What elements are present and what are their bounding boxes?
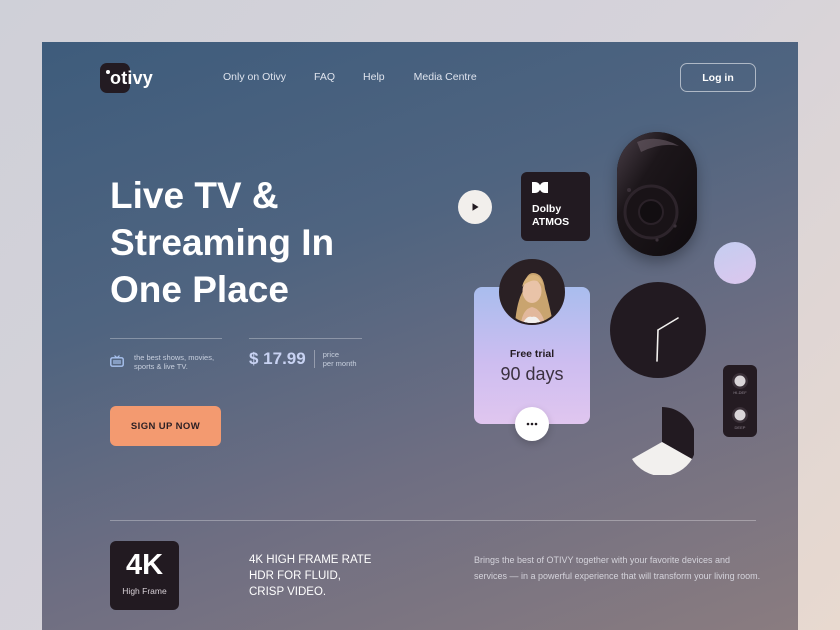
- 4k-badge-subtitle: High Frame: [122, 586, 167, 596]
- decorative-circle: [714, 242, 756, 284]
- feature-highlight: the best shows, movies, sports & live TV…: [110, 353, 229, 371]
- price-separator: [313, 350, 315, 368]
- dolby-line: Dolby: [532, 203, 562, 215]
- nav-only-on-otivy[interactable]: Only on Otivy: [223, 71, 286, 83]
- avatar: [499, 259, 565, 325]
- hero-title-line: Streaming In: [110, 222, 335, 263]
- nav-faq[interactable]: FAQ: [314, 71, 335, 83]
- more-options-button[interactable]: [515, 407, 549, 441]
- feature-text: the best shows, movies, sports & live TV…: [134, 353, 215, 371]
- free-trial-days: 90 days: [500, 364, 564, 384]
- hero-title-line: One Place: [110, 269, 289, 310]
- play-icon: [472, 203, 479, 211]
- more-icon: [526, 422, 538, 426]
- price-value: $ 17.99: [249, 349, 306, 368]
- free-trial-label: Free trial: [509, 348, 555, 360]
- feature-divider: [110, 338, 222, 339]
- pie-widget: [630, 405, 697, 476]
- feature-headline: 4K HIGH FRAME RATE HDR FOR FLUID, CRISP …: [249, 554, 372, 598]
- tv-icon: [110, 355, 124, 367]
- price-note-line: per month: [322, 359, 357, 368]
- nav-help[interactable]: Help: [363, 71, 385, 83]
- section-divider: [110, 520, 756, 521]
- nav-media-centre[interactable]: Media Centre: [414, 71, 477, 83]
- price-block: $ 17.99 price per month: [249, 349, 357, 369]
- main-nav: Only on Otivy FAQ Help Media Centre: [223, 71, 477, 83]
- speaker-device: HI-DEF DEEP: [723, 365, 757, 437]
- hero-title: Live TV & Streaming In One Place: [110, 172, 410, 313]
- brand-name: otivy: [110, 67, 154, 88]
- brand-logo[interactable]: otivy: [100, 63, 153, 93]
- dolby-line: ATMOS: [532, 216, 570, 228]
- sign-up-button[interactable]: SIGN UP NOW: [110, 406, 221, 446]
- clock-widget: [610, 282, 706, 378]
- login-button[interactable]: Log in: [680, 63, 756, 92]
- feature-description: Brings the best of OTIVY together with y…: [474, 555, 761, 581]
- price-divider: [249, 338, 362, 339]
- remote-control-image: [617, 132, 697, 256]
- speaker-label-top: HI-DEF: [733, 390, 747, 395]
- dolby-icon: [532, 182, 548, 193]
- play-button[interactable]: [458, 190, 492, 224]
- price-note-line: price: [322, 350, 339, 359]
- price-note: price per month: [323, 350, 357, 368]
- speaker-label-bottom: DEEP: [734, 425, 746, 430]
- 4k-badge-title: 4K: [125, 549, 164, 581]
- landing-page: otivy Only on Otivy FAQ Help Media Centr…: [42, 42, 798, 630]
- dolby-atmos-card: Dolby ATMOS: [521, 172, 590, 241]
- hero-title-line: Live TV &: [110, 175, 279, 216]
- 4k-badge: 4K High Frame: [110, 541, 179, 610]
